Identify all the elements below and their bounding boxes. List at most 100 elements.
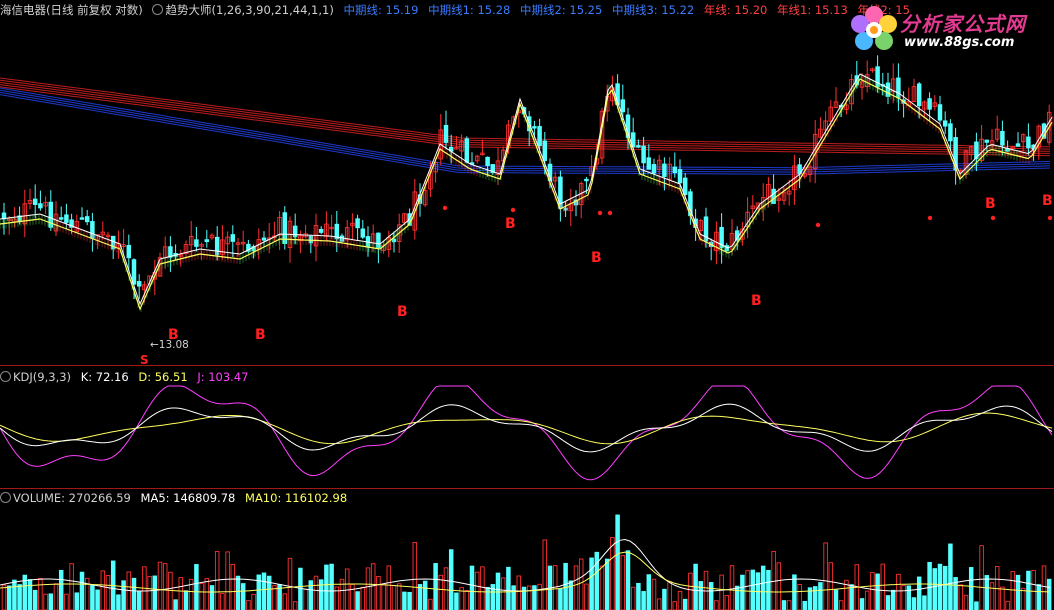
volume-bar bbox=[298, 567, 303, 610]
volume-bar bbox=[381, 584, 386, 610]
candle-body bbox=[641, 145, 646, 164]
volume-bar bbox=[927, 561, 932, 610]
candle-body bbox=[194, 239, 199, 247]
sell-signal-label: S bbox=[140, 353, 149, 367]
candle-body bbox=[620, 99, 626, 113]
candle-body bbox=[464, 138, 470, 163]
candle-body bbox=[984, 139, 990, 143]
buy-signal-label: B bbox=[985, 196, 996, 212]
candle-body bbox=[537, 125, 542, 147]
volume-bar bbox=[157, 561, 163, 610]
volume-toggle-icon[interactable] bbox=[0, 492, 11, 503]
volume-bar bbox=[719, 574, 724, 610]
volume-bar bbox=[974, 601, 979, 610]
volume-bar bbox=[105, 575, 111, 610]
volume-bar bbox=[292, 601, 298, 610]
volume-bar bbox=[282, 593, 288, 610]
logo-url: www.88gs.com bbox=[904, 35, 1015, 50]
volume-bar bbox=[168, 571, 173, 610]
buy-signal-label: B bbox=[751, 293, 762, 309]
volume-bar bbox=[329, 563, 334, 610]
volume-bar bbox=[1036, 584, 1042, 610]
volume-bar bbox=[802, 600, 808, 610]
volume-bar bbox=[266, 575, 272, 610]
volume-bar bbox=[58, 569, 64, 610]
volume-bar bbox=[916, 576, 922, 610]
candle-body bbox=[942, 120, 948, 127]
volume-bar bbox=[1000, 586, 1005, 610]
candle-body bbox=[1000, 130, 1005, 146]
volume-bar bbox=[251, 593, 256, 610]
volume-bar bbox=[906, 585, 912, 610]
candle-body bbox=[651, 164, 657, 174]
volume-bar bbox=[240, 583, 246, 610]
chart-canvas[interactable]: B BBBBBB BS bbox=[0, 0, 1054, 610]
volume-bar bbox=[1020, 587, 1026, 610]
volume-bar bbox=[760, 565, 766, 610]
volume-bar bbox=[422, 580, 428, 610]
kdj-d-value: D: 56.51 bbox=[138, 370, 188, 384]
volume-bar bbox=[480, 566, 485, 610]
candle-body bbox=[532, 126, 537, 129]
volume-bar bbox=[407, 591, 412, 610]
price-low-label: ←13.08 bbox=[150, 339, 189, 351]
volume-bar bbox=[724, 595, 730, 610]
volume-bar bbox=[485, 586, 490, 610]
volume-bar bbox=[318, 579, 324, 610]
volume-bar bbox=[937, 563, 943, 610]
volume-ma5-line bbox=[0, 538, 1051, 592]
kdj-legend: KDJ(9,3,3) K: 72.16 D: 56.51 J: 103.47 bbox=[0, 368, 254, 386]
volume-bar bbox=[152, 575, 158, 610]
volume-bar bbox=[786, 600, 792, 610]
volume-name[interactable]: VOLUME: 270266.59 bbox=[13, 491, 131, 505]
volume-bar bbox=[48, 593, 54, 610]
candle-body bbox=[927, 98, 932, 110]
volume-bar bbox=[324, 564, 329, 610]
candle-body bbox=[662, 163, 667, 177]
volume-bar bbox=[69, 563, 74, 610]
volume-bar bbox=[246, 600, 251, 610]
volume-bar bbox=[859, 598, 865, 610]
volume-bar bbox=[537, 583, 542, 610]
kdj-toggle-icon[interactable] bbox=[0, 371, 11, 382]
mid-line-band-1 bbox=[0, 89, 1051, 171]
volume-bar bbox=[641, 591, 646, 610]
candle-body bbox=[916, 83, 922, 107]
volume-bar bbox=[376, 576, 381, 610]
volume-ma10: MA10: 116102.98 bbox=[245, 491, 348, 505]
signal-dot bbox=[1047, 215, 1053, 221]
volume-bar bbox=[578, 558, 584, 610]
volume-bar bbox=[942, 565, 948, 610]
indicator-toggle-icon[interactable] bbox=[152, 4, 164, 15]
legend-year-line: 年线: 15.20 bbox=[703, 3, 768, 17]
volume-bar bbox=[417, 584, 423, 610]
kdj-name[interactable]: KDJ(9,3,3) bbox=[13, 370, 71, 384]
candle-body bbox=[261, 237, 267, 241]
volume-bar bbox=[672, 601, 678, 610]
volume-bar bbox=[121, 580, 126, 610]
volume-bar bbox=[27, 579, 33, 610]
volume-bar bbox=[79, 571, 85, 610]
volume-bar bbox=[558, 588, 563, 610]
volume-bar bbox=[776, 562, 782, 610]
signal-dot bbox=[815, 222, 821, 228]
signal-dot bbox=[927, 215, 933, 221]
volume-bar bbox=[448, 549, 454, 610]
volume-bar bbox=[880, 563, 886, 610]
volume-bar bbox=[646, 574, 652, 610]
volume-bar bbox=[849, 584, 854, 610]
volume-bar bbox=[474, 571, 480, 610]
mid-line-band-2 bbox=[0, 91, 1051, 173]
volume-bar bbox=[360, 586, 366, 610]
volume-bar bbox=[688, 572, 693, 610]
stock-title[interactable]: 海信电器(日线 前复权 对数) bbox=[0, 3, 143, 17]
site-logo[interactable]: 分析家公式网 www.88gs.com bbox=[848, 2, 1048, 58]
volume-bar bbox=[355, 591, 360, 610]
volume-bar bbox=[391, 584, 397, 610]
volume-bar bbox=[604, 558, 610, 610]
volume-bar bbox=[989, 582, 995, 610]
volume-bar bbox=[828, 562, 834, 610]
indicator-name[interactable]: 趋势大师(1,26,3,90,21,44,1,1) bbox=[165, 3, 333, 17]
candle-body bbox=[355, 218, 360, 229]
volume-bar bbox=[131, 577, 137, 610]
